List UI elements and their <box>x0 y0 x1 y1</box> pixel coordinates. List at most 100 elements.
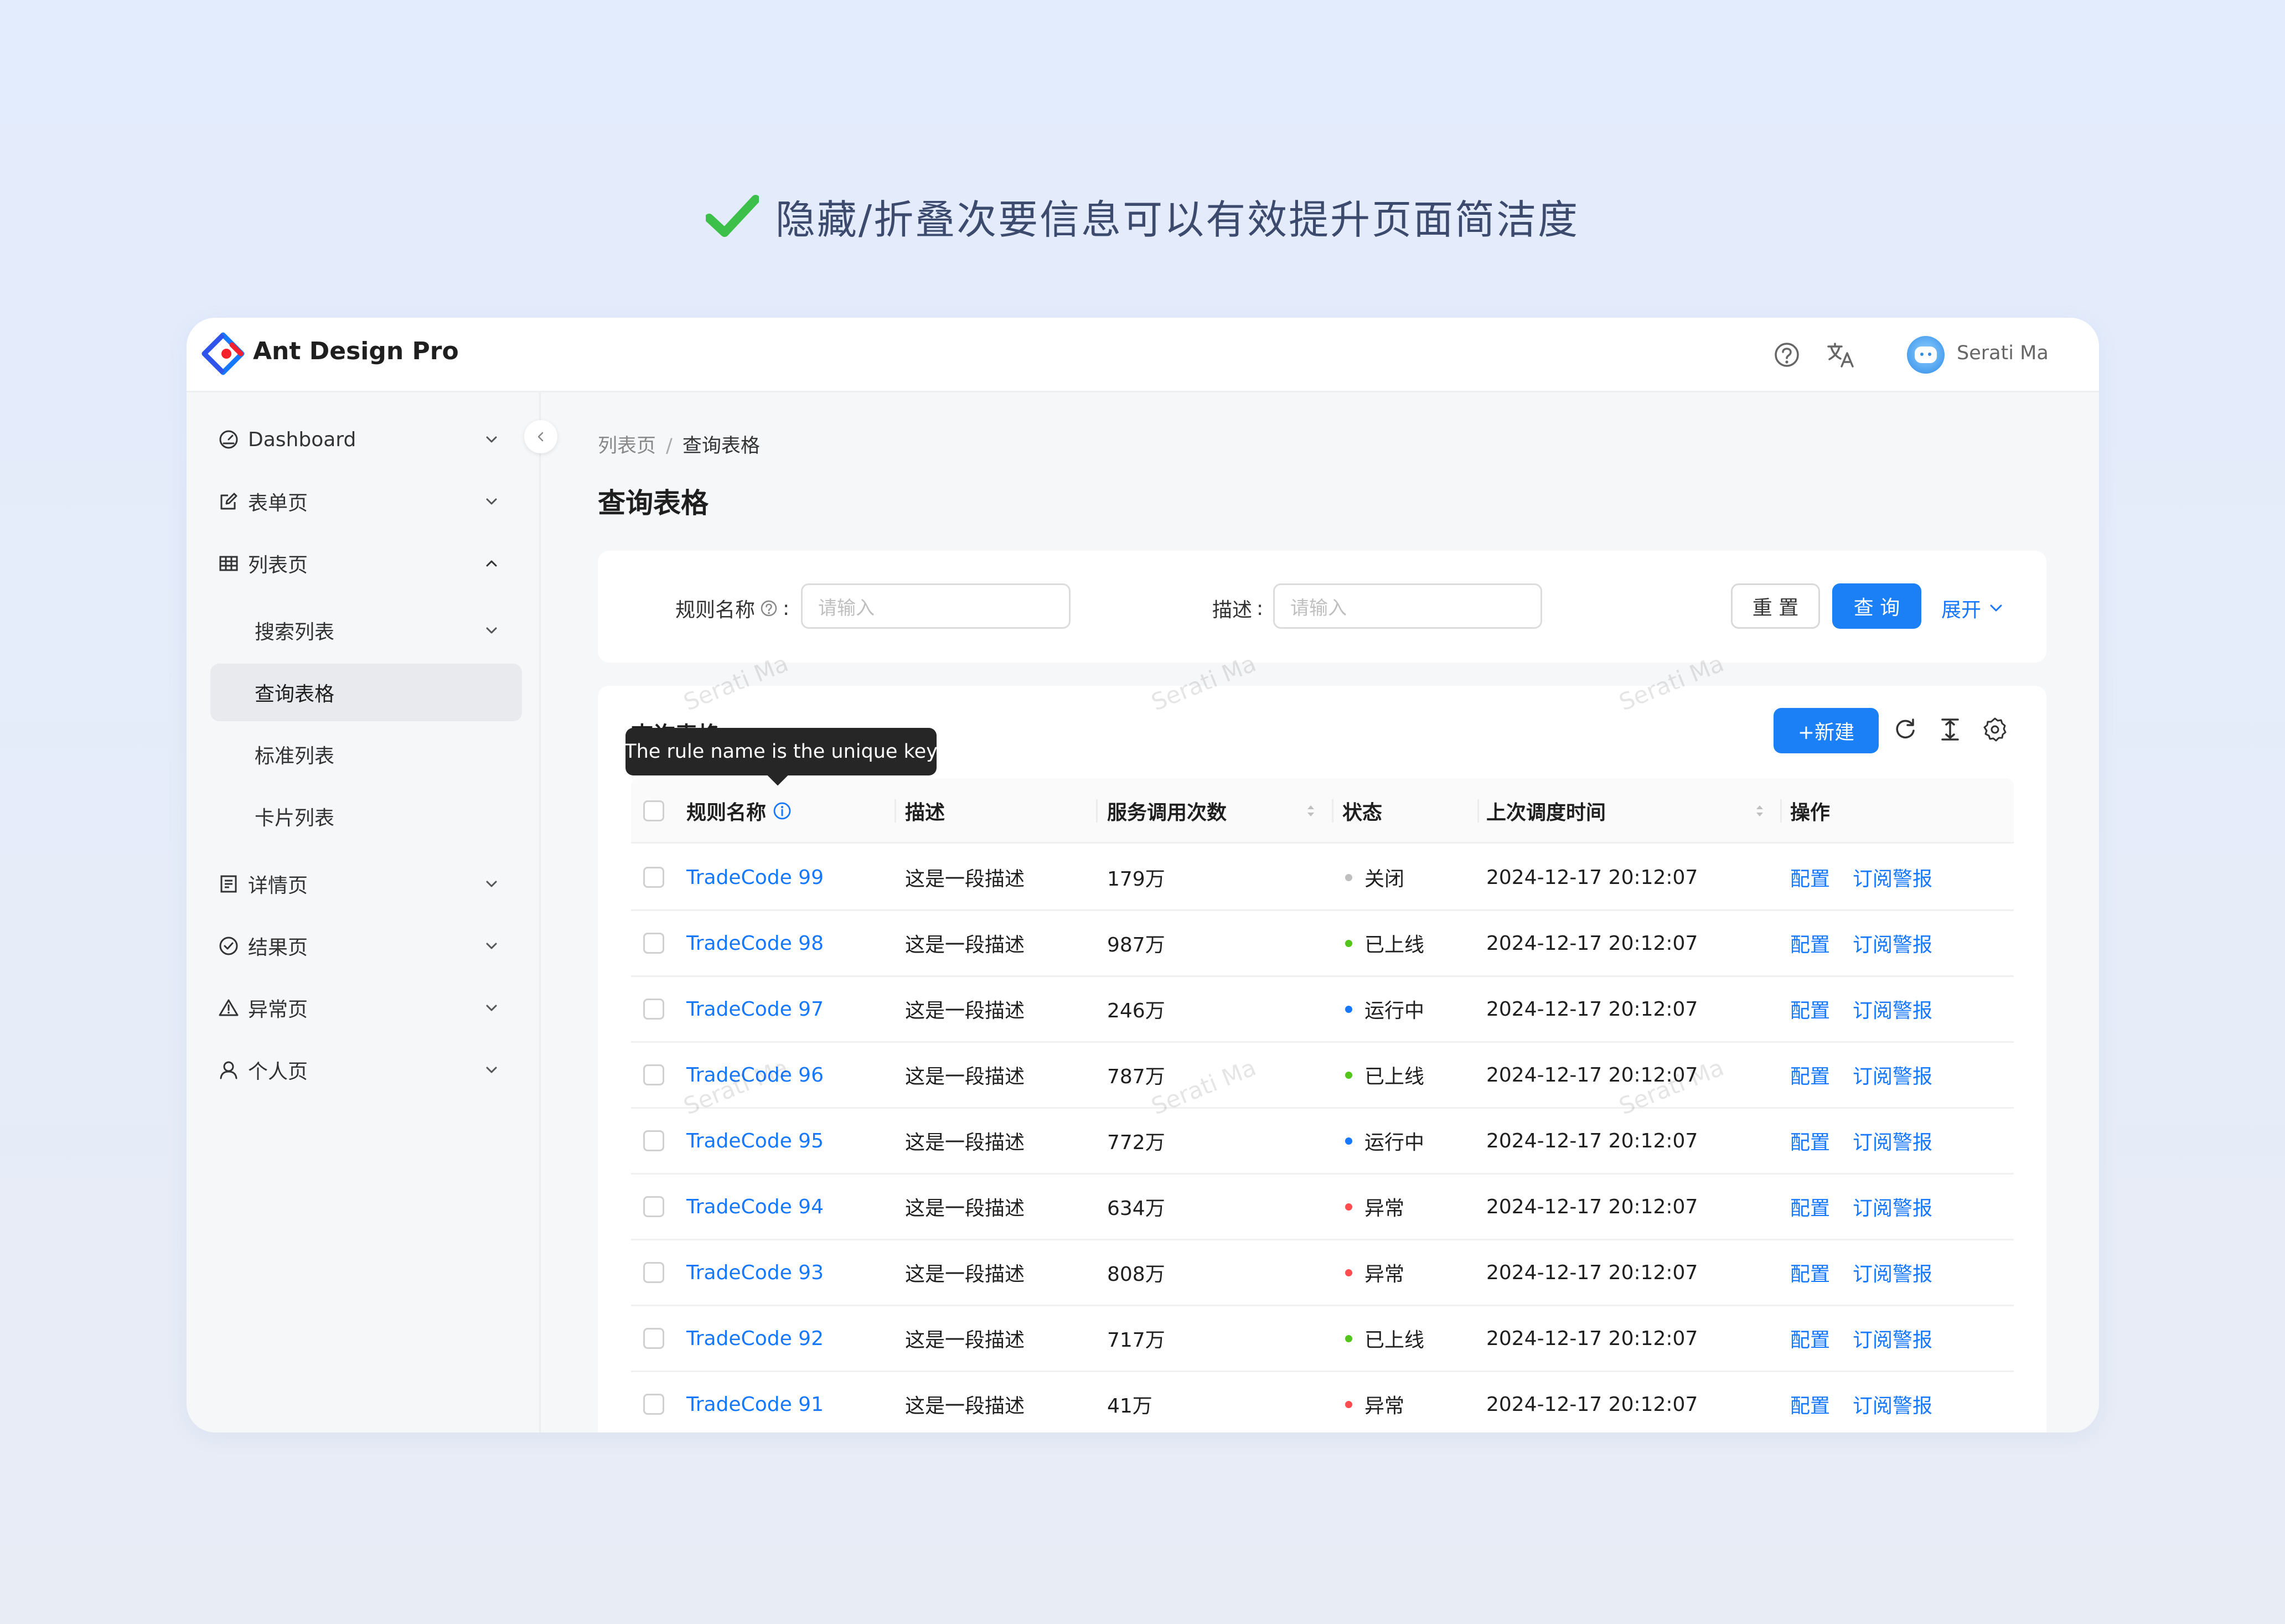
row-checkbox[interactable] <box>643 1196 664 1217</box>
call-count-cell: 179万 <box>1107 868 1165 891</box>
subscribe-alert-link[interactable]: 订阅警报 <box>1853 1240 1932 1305</box>
question-circle-icon[interactable] <box>759 599 778 618</box>
setting-icon[interactable] <box>1982 716 2008 743</box>
sidebar-item-form[interactable]: 表单页 <box>210 473 522 530</box>
question-circle-icon[interactable] <box>1772 340 1802 370</box>
subscribe-alert-link[interactable]: 订阅警报 <box>1853 1175 1932 1239</box>
breadcrumb-parent[interactable]: 列表页 <box>598 435 656 457</box>
column-header-last-scheduled[interactable]: 上次调度时间 <box>1486 778 1606 844</box>
sidebar-item-exception[interactable]: 异常页 <box>210 979 522 1037</box>
config-link[interactable]: 配置 <box>1790 1043 1830 1107</box>
sidebar-item-account[interactable]: 个人页 <box>210 1041 522 1099</box>
subscribe-alert-link[interactable]: 订阅警报 <box>1853 1043 1932 1107</box>
row-checkbox[interactable] <box>643 933 664 954</box>
rule-name-link[interactable]: TradeCode 92 <box>686 1306 824 1370</box>
sidebar-item-standard-list[interactable]: 标准列表 <box>210 726 522 783</box>
description-placeholder: 请输入 <box>1290 597 1347 619</box>
avatar[interactable] <box>1907 336 1945 374</box>
rule-name-link[interactable]: TradeCode 97 <box>686 977 824 1041</box>
config-link[interactable]: 配置 <box>1790 911 1830 975</box>
status-text: 异常 <box>1364 1395 1405 1418</box>
row-checkbox[interactable] <box>643 1064 664 1085</box>
table-row: TradeCode 95 这是一段描述 772万 运行中 2024-12-17 … <box>631 1109 2014 1175</box>
sidebar-item-label: 个人页 <box>248 1061 308 1083</box>
rule-name-link[interactable]: TradeCode 98 <box>686 911 824 975</box>
subscribe-alert-link[interactable]: 订阅警报 <box>1853 1109 1932 1173</box>
call-count-cell: 717万 <box>1107 1329 1165 1352</box>
sidebar-item-label: 表单页 <box>248 492 308 515</box>
status-cell: 异常 <box>1345 1372 1404 1432</box>
row-checkbox[interactable] <box>643 867 664 888</box>
row-checkbox[interactable] <box>643 1394 664 1415</box>
status-dot <box>1345 1071 1352 1079</box>
sidebar-item-query-table[interactable]: 查询表格 <box>210 664 522 721</box>
rule-name-link[interactable]: TradeCode 94 <box>686 1175 824 1239</box>
config-link[interactable]: 配置 <box>1790 1175 1830 1239</box>
row-checkbox[interactable] <box>643 1262 664 1283</box>
row-checkbox[interactable] <box>643 999 664 1020</box>
reload-icon[interactable] <box>1892 716 1919 743</box>
translate-icon[interactable] <box>1825 340 1855 370</box>
reset-button[interactable]: 重 置 <box>1731 583 1820 629</box>
rule-name-link[interactable]: TradeCode 96 <box>686 1043 824 1107</box>
rule-name-input[interactable]: 请输入 <box>801 583 1071 629</box>
new-button[interactable]: +新建 <box>1774 708 1879 753</box>
sort-icon[interactable] <box>1753 799 1766 823</box>
table-row: TradeCode 97 这是一段描述 246万 运行中 2024-12-17 … <box>631 977 2014 1043</box>
app-title[interactable]: Ant Design Pro <box>253 337 459 365</box>
description-cell: 这是一段描述 <box>905 1131 1025 1154</box>
sidebar-item-list[interactable]: 列表页 <box>210 535 522 592</box>
config-link[interactable]: 配置 <box>1790 1372 1830 1432</box>
subscribe-alert-link[interactable]: 订阅警报 <box>1853 1372 1932 1432</box>
subscribe-alert-link[interactable]: 订阅警报 <box>1853 1306 1932 1370</box>
config-link[interactable]: 配置 <box>1790 1306 1830 1370</box>
sidebar-item-label: 卡片列表 <box>255 807 335 830</box>
sidebar-item-card-list[interactable]: 卡片列表 <box>210 788 522 845</box>
sidebar-item-profile[interactable]: 详情页 <box>210 855 522 913</box>
row-checkbox[interactable] <box>643 1130 664 1151</box>
warning-icon <box>219 999 239 1016</box>
query-button[interactable]: 查 询 <box>1832 583 1921 629</box>
column-height-icon[interactable] <box>1937 716 1963 743</box>
sidebar-item-result[interactable]: 结果页 <box>210 917 522 975</box>
table-header: 规则名称 描述 服务调用次数 状态 上次调度时间 操作 <box>631 778 2014 844</box>
subscribe-alert-link[interactable]: 订阅警报 <box>1853 845 1932 909</box>
sidebar-item-label: 结果页 <box>248 937 308 959</box>
select-all-checkbox[interactable] <box>643 800 664 821</box>
rule-name-link[interactable]: TradeCode 91 <box>686 1372 824 1432</box>
status-text: 关闭 <box>1364 868 1405 891</box>
config-link[interactable]: 配置 <box>1790 845 1830 909</box>
chevron-down-icon <box>486 1067 497 1073</box>
description-input[interactable]: 请输入 <box>1273 583 1542 629</box>
avatar-face-icon <box>1915 346 1937 363</box>
config-link[interactable]: 配置 <box>1790 977 1830 1041</box>
column-header-call-count[interactable]: 服务调用次数 <box>1107 778 1227 844</box>
status-cell: 异常 <box>1345 1240 1404 1305</box>
rule-name-link[interactable]: TradeCode 95 <box>686 1109 824 1173</box>
sidebar-collapse-button[interactable] <box>524 420 557 453</box>
config-link[interactable]: 配置 <box>1790 1109 1830 1173</box>
rule-name-link[interactable]: TradeCode 93 <box>686 1240 824 1305</box>
ant-design-logo-icon[interactable] <box>201 332 245 376</box>
config-link[interactable]: 配置 <box>1790 1240 1830 1305</box>
sidebar-item-search-list[interactable]: 搜索列表 <box>210 602 522 659</box>
subscribe-alert-link[interactable]: 订阅警报 <box>1853 977 1932 1041</box>
user-name[interactable]: Serati Ma <box>1957 342 2049 364</box>
rule-name-link[interactable]: TradeCode 99 <box>686 845 824 909</box>
status-text: 异常 <box>1364 1263 1405 1286</box>
description-cell: 这是一段描述 <box>905 1066 1025 1088</box>
sidebar-item-label: Dashboard <box>248 428 356 451</box>
column-header-description: 描述 <box>905 801 945 824</box>
check-mark-icon <box>705 195 759 237</box>
tooltip: The rule name is the unique key <box>624 728 938 775</box>
expand-link[interactable]: 展开 <box>1941 594 2004 623</box>
sidebar-item-dashboard[interactable]: Dashboard <box>210 411 522 468</box>
time-cell: 2024-12-17 20:12:07 <box>1486 1327 1698 1350</box>
row-checkbox[interactable] <box>643 1328 664 1349</box>
info-circle-icon[interactable] <box>772 800 793 821</box>
call-count-cell: 808万 <box>1107 1263 1165 1286</box>
sidebar: Dashboard 表单页 列表页 搜索列表 查询表格 标准列表 卡片列表 详情… <box>187 392 541 1432</box>
sort-icon[interactable] <box>1304 799 1317 823</box>
status-dot <box>1345 939 1352 947</box>
subscribe-alert-link[interactable]: 订阅警报 <box>1853 911 1932 975</box>
